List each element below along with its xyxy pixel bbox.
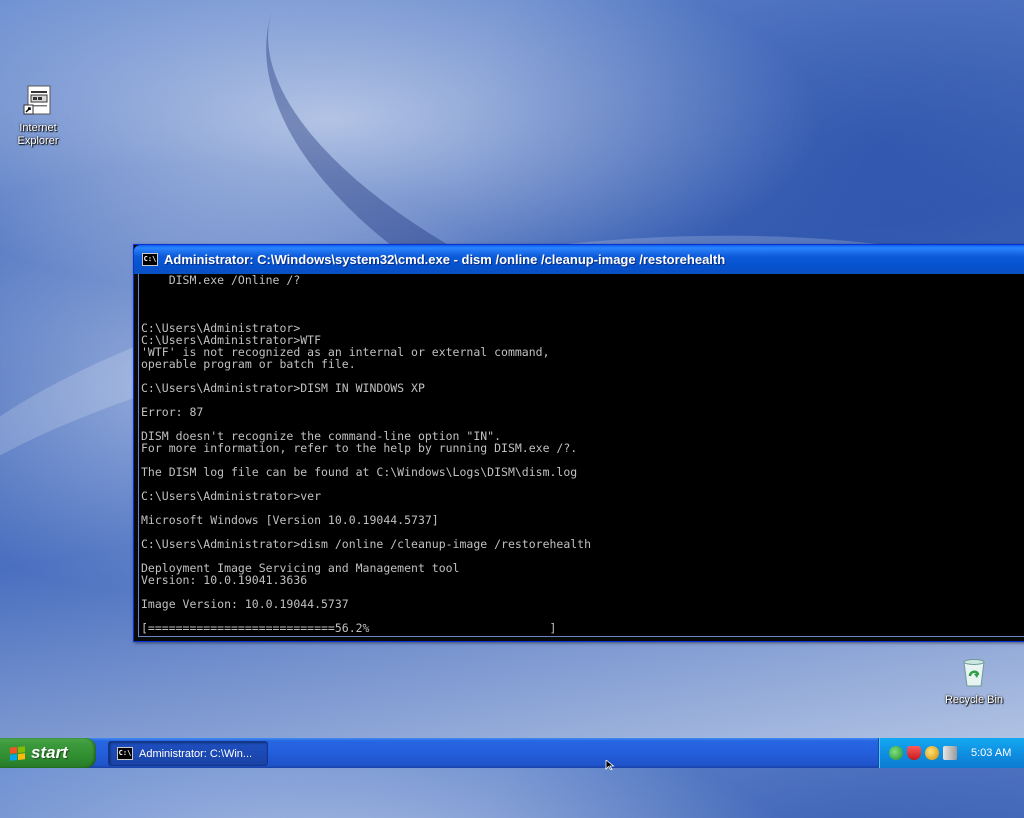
console-output: DISM.exe /Online /? C:\Users\Administrat… xyxy=(139,274,1024,634)
security-shield-icon[interactable] xyxy=(907,746,921,760)
start-button[interactable]: start xyxy=(0,738,96,768)
taskbar-item-cmd[interactable]: C:\ Administrator: C:\Win... xyxy=(108,741,268,766)
taskbar: start C:\ Administrator: C:\Win... 5:03 … xyxy=(0,738,1024,768)
recycle-bin-icon xyxy=(963,659,985,687)
start-label: start xyxy=(31,743,68,762)
console-line: For more information, refer to the help … xyxy=(141,441,578,455)
system-tray: 5:03 AM xyxy=(878,738,1024,768)
update-icon[interactable] xyxy=(925,746,939,760)
console-line: The DISM log file can be found at C:\Win… xyxy=(141,465,578,479)
console-line: Microsoft Windows [Version 10.0.19044.57… xyxy=(141,513,439,527)
cmd-icon: C:\ xyxy=(117,747,133,760)
window-titlebar[interactable]: C:\ Administrator: C:\Windows\system32\c… xyxy=(134,245,1024,274)
window-title: Administrator: C:\Windows\system32\cmd.e… xyxy=(164,252,726,267)
internet-explorer-shortcut-icon xyxy=(23,85,51,115)
console-area[interactable]: DISM.exe /Online /? C:\Users\Administrat… xyxy=(138,274,1024,637)
recycle-bin-desktop-icon[interactable]: Recycle Bin xyxy=(934,656,1014,707)
network-icon[interactable] xyxy=(889,746,903,760)
console-line: Version: 10.0.19041.3636 xyxy=(141,573,308,587)
internet-explorer-label: Internet Explorer xyxy=(17,122,59,147)
console-line: [===========================56.2% ] xyxy=(141,621,557,635)
clock[interactable]: 5:03 AM xyxy=(971,747,1011,759)
console-line: Image Version: 10.0.19044.5737 xyxy=(141,597,349,611)
taskbar-item-label: Administrator: C:\Win... xyxy=(139,747,253,760)
console-line: DISM.exe /Online /? xyxy=(141,274,301,287)
windows-flag-icon xyxy=(10,745,25,761)
internet-explorer-desktop-icon[interactable]: Internet Explorer xyxy=(0,84,78,148)
mouse-cursor-icon xyxy=(605,760,615,770)
console-line: Error: 87 xyxy=(141,405,204,419)
cmd-window[interactable]: C:\ Administrator: C:\Windows\system32\c… xyxy=(133,244,1024,642)
recycle-bin-label: Recycle Bin xyxy=(944,694,1004,706)
console-line: C:\Users\Administrator>DISM IN WINDOWS X… xyxy=(141,381,425,395)
console-line: C:\Users\Administrator>ver xyxy=(141,489,322,503)
cmd-icon: C:\ xyxy=(142,253,158,266)
console-line: C:\Users\Administrator>dism /online /cle… xyxy=(141,537,592,551)
volume-icon[interactable] xyxy=(943,746,957,760)
console-line: operable program or batch file. xyxy=(141,357,356,371)
